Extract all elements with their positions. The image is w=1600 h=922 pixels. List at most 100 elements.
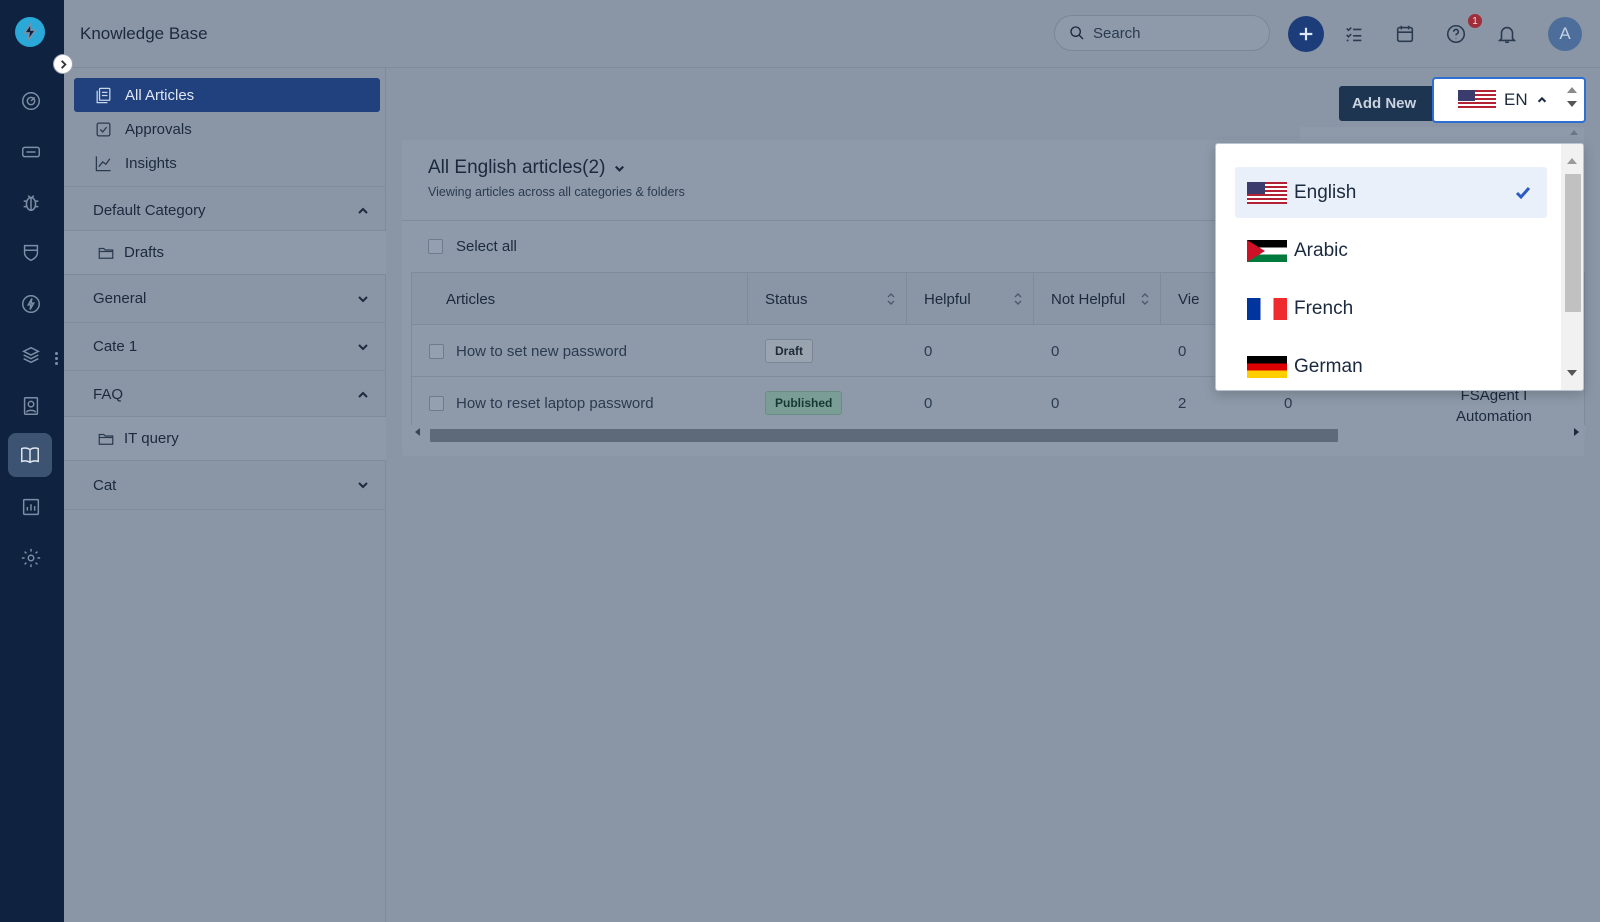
- category-label: General: [93, 290, 147, 307]
- scroll-left-icon[interactable]: [415, 428, 420, 436]
- us-flag-icon: [1458, 90, 1496, 110]
- scroll-down-icon[interactable]: [1567, 370, 1577, 376]
- user-avatar[interactable]: A: [1548, 17, 1582, 51]
- page-title: Knowledge Base: [80, 24, 208, 43]
- helpful-count: 0: [924, 394, 933, 412]
- category-label: Cate 1: [93, 338, 138, 355]
- dropdown-backdrop-strip: [1300, 127, 1584, 141]
- articles-view-selector[interactable]: All English articles(2): [428, 157, 626, 179]
- scroll-up-icon[interactable]: [1567, 158, 1577, 164]
- language-select[interactable]: EN: [1432, 77, 1586, 123]
- layers-icon[interactable]: [14, 338, 48, 372]
- article-title[interactable]: How to reset laptop password: [456, 377, 654, 429]
- scroll-right-icon[interactable]: [1574, 428, 1579, 436]
- chevron-down-icon: [358, 343, 368, 350]
- select-all-label: Select all: [456, 238, 517, 255]
- category-cate-1[interactable]: Cate 1: [64, 322, 386, 370]
- bolt-icon[interactable]: [14, 287, 48, 321]
- row-checkbox[interactable]: [429, 377, 444, 429]
- scrollbar-thumb[interactable]: [1565, 174, 1581, 312]
- sidebar-item-approvals[interactable]: Approvals: [74, 112, 380, 146]
- germany-flag-icon: [1247, 355, 1287, 378]
- chevron-down-icon: [358, 295, 368, 302]
- app-rail: [0, 0, 64, 922]
- status-badge-text: Published: [765, 391, 843, 415]
- notification-bell-icon[interactable]: [1493, 20, 1521, 48]
- column-header-articles[interactable]: Articles: [412, 273, 748, 325]
- app-logo-icon[interactable]: [15, 17, 45, 47]
- search-input[interactable]: [1093, 24, 1243, 42]
- category-faq[interactable]: FAQ: [64, 370, 386, 418]
- status-badge-text: Draft: [765, 339, 814, 363]
- select-all[interactable]: Select all: [428, 238, 517, 255]
- horizontal-scrollbar[interactable]: [411, 425, 1585, 442]
- us-flag-icon: [1247, 181, 1287, 204]
- language-option-arabic[interactable]: Arabic: [1235, 225, 1547, 276]
- column-header-not-helpful[interactable]: Not Helpful: [1034, 273, 1161, 325]
- dashboard-icon[interactable]: [14, 84, 48, 118]
- reports-icon[interactable]: [14, 490, 48, 524]
- author-overflow: FSAgent I Automation: [1456, 385, 1532, 427]
- chevron-down-icon: [615, 165, 625, 172]
- document-user-icon[interactable]: [14, 389, 48, 423]
- language-option-german[interactable]: German: [1235, 341, 1547, 390]
- language-select-spinner[interactable]: [1566, 83, 1578, 119]
- more-options-icon[interactable]: [55, 352, 59, 368]
- language-option-label: English: [1294, 181, 1357, 203]
- language-dropdown: English Arabic French German: [1215, 143, 1584, 391]
- expand-sidebar-button[interactable]: [53, 54, 73, 74]
- article-title[interactable]: How to set new password: [456, 325, 627, 377]
- france-flag-icon: [1247, 297, 1287, 320]
- knowledge-base-icon[interactable]: [8, 433, 52, 477]
- row-checkbox[interactable]: [429, 325, 444, 377]
- folder-it-query[interactable]: IT query: [64, 416, 386, 460]
- calendar-icon[interactable]: [1391, 20, 1419, 48]
- column-label: Helpful: [924, 290, 971, 308]
- sidebar-item-label: Approvals: [125, 120, 192, 138]
- column-header-status[interactable]: Status: [748, 273, 907, 325]
- status-badge: Draft: [765, 325, 814, 377]
- sort-icon[interactable]: [886, 291, 895, 307]
- shield-icon[interactable]: [14, 236, 48, 270]
- chevron-up-icon: [358, 207, 368, 214]
- articles-view-subtitle: Viewing articles across all categories &…: [428, 185, 685, 199]
- check-icon: [1513, 183, 1533, 203]
- column-header-helpful[interactable]: Helpful: [907, 273, 1034, 325]
- language-option-french[interactable]: French: [1235, 283, 1547, 334]
- dropdown-scrollbar[interactable]: [1561, 144, 1583, 390]
- sort-icon[interactable]: [1140, 291, 1149, 307]
- scrollbar-thumb[interactable]: [430, 429, 1338, 442]
- category-label: Cat: [93, 476, 117, 494]
- category-general[interactable]: General: [64, 274, 386, 322]
- chart-line-icon: [95, 155, 111, 171]
- chevron-up-icon: [358, 391, 368, 398]
- tasks-list-icon[interactable]: [1340, 20, 1368, 48]
- sidebar-item-insights[interactable]: Insights: [74, 146, 380, 180]
- add-new-button[interactable]: Add New: [1339, 86, 1435, 121]
- chevron-down-icon: [358, 482, 368, 489]
- folder-label: IT query: [124, 430, 179, 447]
- create-new-button[interactable]: [1288, 16, 1324, 52]
- language-option-label: German: [1294, 355, 1363, 377]
- language-option-english[interactable]: English: [1235, 167, 1547, 218]
- folder-icon: [98, 247, 114, 259]
- kb-sidebar: All Articles Approvals Insights Default …: [64, 68, 386, 922]
- articles-icon: [96, 87, 111, 103]
- category-cat[interactable]: Cat: [64, 460, 386, 510]
- bug-icon[interactable]: [14, 186, 48, 220]
- language-option-label: Arabic: [1294, 239, 1348, 261]
- sidebar-item-all-articles[interactable]: All Articles: [74, 78, 380, 112]
- select-all-checkbox[interactable]: [428, 239, 443, 254]
- sort-icon[interactable]: [1013, 291, 1022, 307]
- folder-icon: [98, 433, 114, 445]
- search-box[interactable]: [1054, 15, 1270, 51]
- ticket-icon[interactable]: [14, 135, 48, 169]
- column-label: Not Helpful: [1051, 290, 1126, 308]
- category-default-category[interactable]: Default Category: [64, 186, 386, 234]
- top-bar: Knowledge Base 1 A: [64, 0, 1600, 68]
- folder-drafts[interactable]: Drafts: [64, 230, 386, 274]
- palestine-flag-icon: [1247, 239, 1287, 262]
- author-line: Automation: [1456, 408, 1532, 425]
- settings-gear-icon[interactable]: [14, 541, 48, 575]
- helpful-count: 0: [924, 342, 933, 360]
